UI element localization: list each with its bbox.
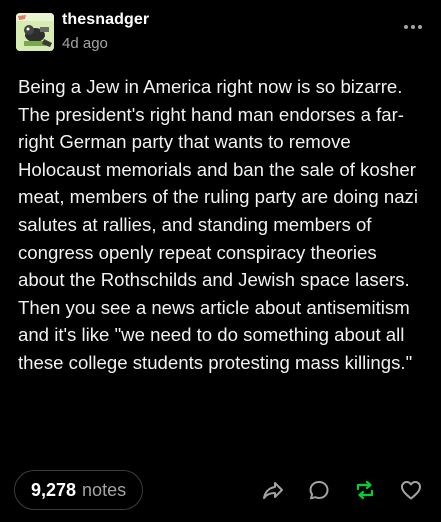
notes-label: notes [82,479,127,500]
avatar[interactable] [16,13,54,51]
share-button[interactable] [261,478,285,502]
more-options-button[interactable] [401,19,425,35]
post-header: thesnadger 4d ago [16,9,425,57]
more-horizontal-icon [404,25,422,29]
post-actions [261,478,423,502]
reblog-button[interactable] [353,478,377,502]
reply-icon [309,481,329,500]
post-footer: 9,278 notes [14,470,429,512]
reblog-icon [356,480,374,500]
post-timestamp[interactable]: 4d ago [62,35,108,52]
avatar-image [16,13,54,51]
notes-count: 9,278 [31,479,77,500]
notes-button[interactable]: 9,278 notes [14,470,144,510]
post-body-text: Being a Jew in America right now is so b… [18,76,418,373]
author-name[interactable]: thesnadger [62,11,149,29]
heart-icon [401,481,421,500]
post-card: thesnadger 4d ago Being a Jew in America… [0,0,441,522]
reply-button[interactable] [307,478,331,502]
like-button[interactable] [399,478,423,502]
share-icon [263,482,283,499]
